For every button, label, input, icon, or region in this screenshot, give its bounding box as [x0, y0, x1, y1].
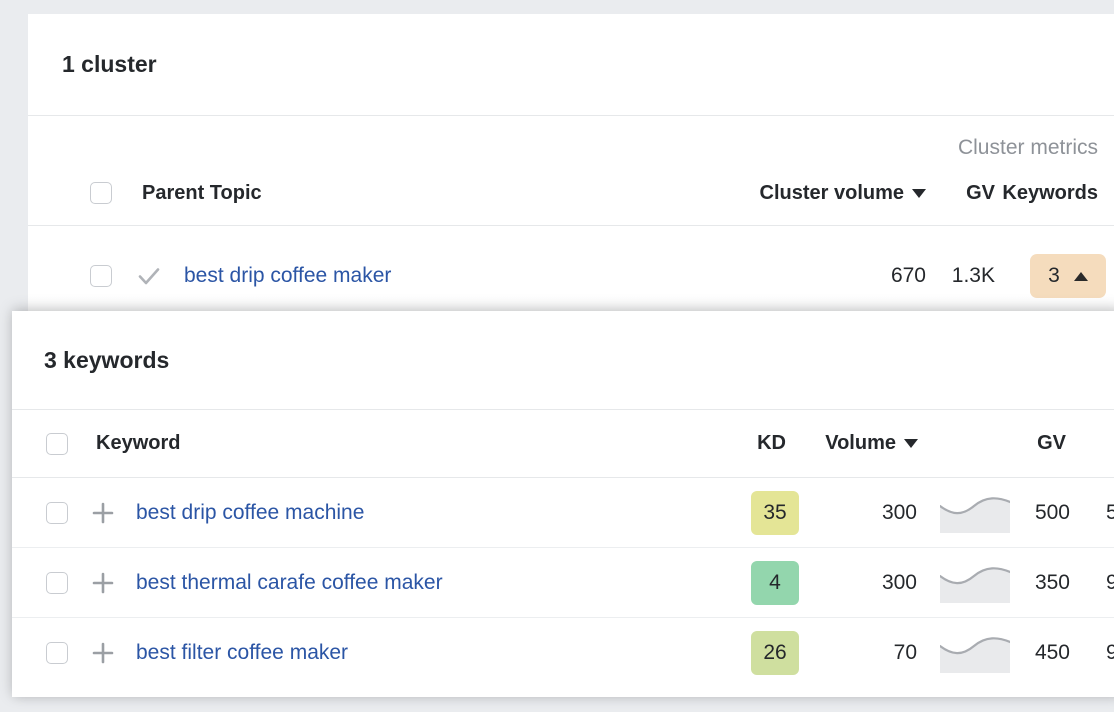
- table-row[interactable]: best filter coffee maker 26 70 450 9: [12, 618, 1114, 688]
- table-row[interactable]: best drip coffee machine 35 300 500 5: [12, 478, 1114, 548]
- keywords-count-title: 3 keywords: [44, 347, 169, 374]
- cluster-header-row: Parent Topic Cluster volume GV Keywords: [28, 177, 1114, 209]
- select-all-keywords-checkbox[interactable]: [46, 433, 68, 455]
- keywords-count-toggle-badge[interactable]: 3: [1030, 254, 1106, 298]
- keyword-row-checkbox[interactable]: [46, 642, 68, 664]
- column-header-cluster-volume[interactable]: Cluster volume: [760, 182, 926, 205]
- column-header-kd[interactable]: KD: [757, 432, 786, 455]
- cluster-count-title: 1 cluster: [62, 51, 157, 78]
- cluster-parent-topic-link[interactable]: best drip coffee maker: [184, 264, 391, 288]
- keyword-extra-value: 5: [1106, 501, 1114, 525]
- column-header-keyword-gv[interactable]: GV: [1037, 432, 1066, 455]
- keyword-link[interactable]: best filter coffee maker: [136, 641, 348, 665]
- plus-icon[interactable]: [90, 500, 116, 526]
- keyword-link[interactable]: best drip coffee machine: [136, 501, 364, 525]
- keyword-gv-value: 500: [1035, 501, 1070, 525]
- keywords-table-header: Keyword KD Volume GV: [12, 410, 1114, 478]
- cluster-panel: 1 cluster Cluster metrics Parent Topic C…: [28, 14, 1114, 326]
- cluster-metrics-group-label: Cluster metrics: [958, 136, 1098, 160]
- keywords-count-value: 3: [1048, 264, 1060, 288]
- cluster-panel-header: 1 cluster: [28, 14, 1114, 116]
- column-header-cluster-gv[interactable]: GV: [966, 182, 995, 205]
- cluster-table-header: Cluster metrics Parent Topic Cluster vol…: [28, 116, 1114, 226]
- cluster-gv-value: 1.3K: [952, 264, 995, 288]
- plus-icon[interactable]: [90, 640, 116, 666]
- column-header-volume-label: Volume: [825, 432, 896, 455]
- column-header-volume[interactable]: Volume: [825, 432, 918, 455]
- keyword-volume-value: 300: [882, 501, 917, 525]
- column-header-keywords[interactable]: Keywords: [1002, 182, 1098, 205]
- kd-badge: 35: [751, 491, 799, 535]
- keyword-volume-value: 300: [882, 571, 917, 595]
- caret-up-icon: [1074, 272, 1088, 281]
- cluster-row-checkbox[interactable]: [90, 265, 112, 287]
- keywords-panel-header: 3 keywords: [12, 311, 1114, 410]
- keyword-gv-value: 450: [1035, 641, 1070, 665]
- caret-down-icon: [904, 439, 918, 448]
- kd-badge: 26: [751, 631, 799, 675]
- kd-badge: 4: [751, 561, 799, 605]
- keyword-row-checkbox[interactable]: [46, 502, 68, 524]
- cluster-volume-value: 670: [891, 264, 926, 288]
- keyword-gv-value: 350: [1035, 571, 1070, 595]
- plus-icon[interactable]: [90, 570, 116, 596]
- keyword-link[interactable]: best thermal carafe coffee maker: [136, 571, 443, 595]
- select-all-clusters-checkbox[interactable]: [90, 182, 112, 204]
- table-row[interactable]: best thermal carafe coffee maker 4 300 3…: [12, 548, 1114, 618]
- keyword-extra-value: 9: [1106, 571, 1114, 595]
- check-icon: [136, 263, 162, 289]
- keyword-extra-value: 9: [1106, 641, 1114, 665]
- volume-trend-sparkline: [940, 633, 1010, 673]
- keyword-volume-value: 70: [894, 641, 917, 665]
- volume-trend-sparkline: [940, 493, 1010, 533]
- caret-down-icon: [912, 189, 926, 198]
- keyword-row-checkbox[interactable]: [46, 572, 68, 594]
- column-header-parent-topic[interactable]: Parent Topic: [142, 182, 262, 205]
- keywords-panel: 3 keywords Keyword KD Volume GV best dri…: [12, 311, 1114, 697]
- volume-trend-sparkline: [940, 563, 1010, 603]
- column-header-keyword[interactable]: Keyword: [96, 432, 180, 455]
- column-header-cluster-volume-label: Cluster volume: [760, 182, 904, 205]
